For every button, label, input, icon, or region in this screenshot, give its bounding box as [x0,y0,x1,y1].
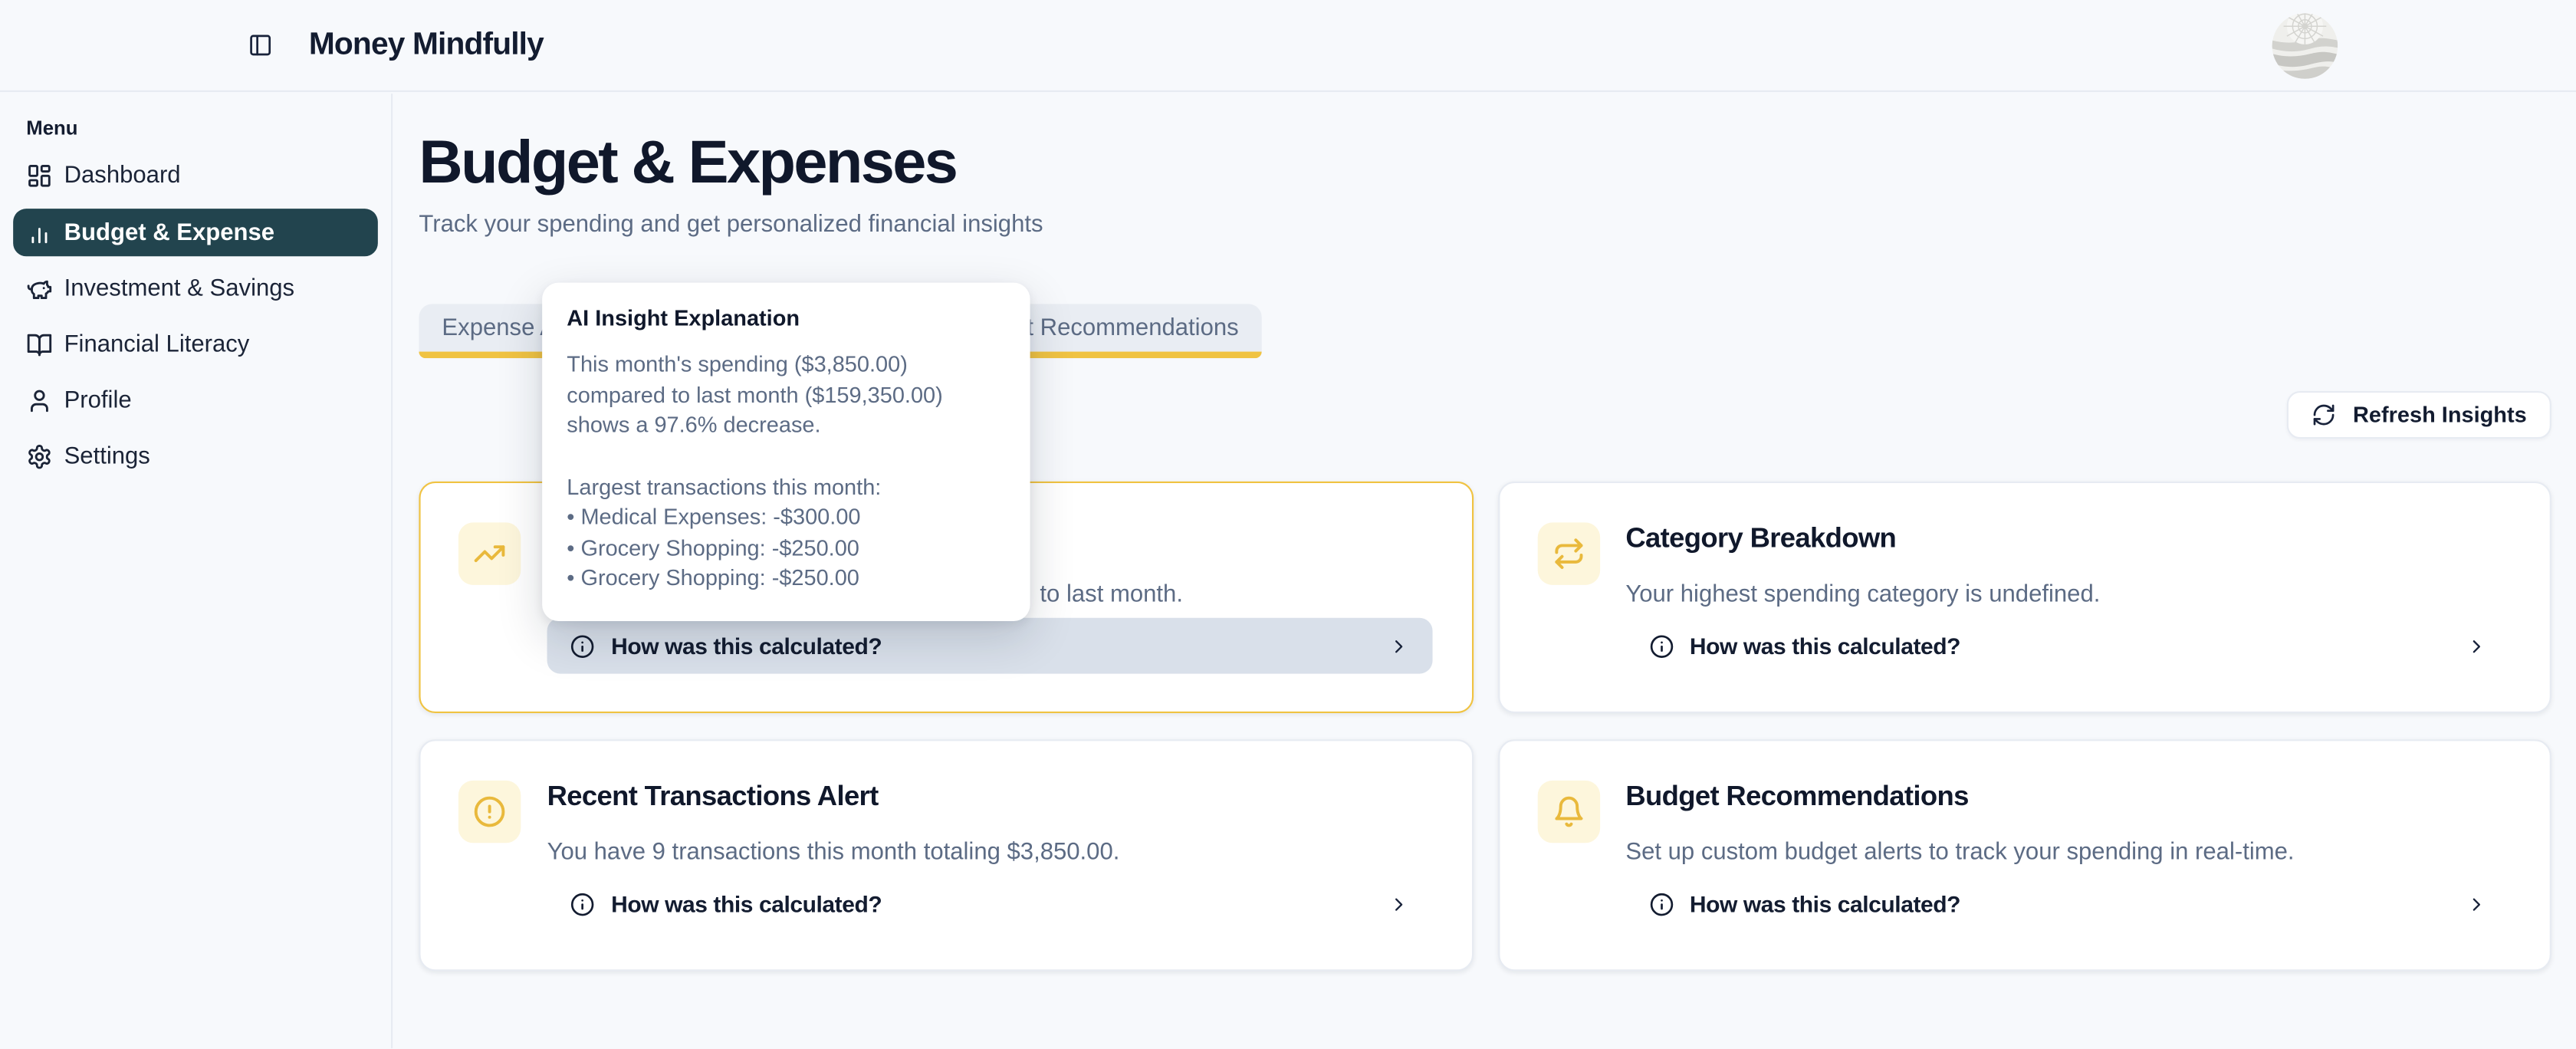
sidebar-item-budget-expense[interactable]: Budget & Expense [13,209,378,256]
budget-recommendations-card: Budget Recommendations Set up custom bud… [1497,739,2551,971]
sidebar-item-dashboard[interactable]: Dashboard [13,153,378,199]
user-icon [26,388,52,414]
sidebar-item-label: Profile [64,388,132,414]
avatar-image [2272,12,2338,78]
sidebar-item-financial-literacy[interactable]: Financial Literacy [13,322,378,368]
popover-list-heading: Largest transactions this month: [567,472,1005,503]
book-open-icon [26,332,52,358]
popover-summary: This month's spending ($3,850.00) compar… [567,350,1005,441]
sidebar: Menu Dashboard Budget & Expense [0,94,393,1049]
page-title: Budget & Expenses [419,128,2551,197]
how-calculated-label: How was this calculated? [611,633,882,659]
how-calculated-label: How was this calculated? [611,890,882,916]
sidebar-item-label: Investment & Savings [64,276,295,302]
budget-recommendations-how-calculated-row[interactable]: How was this calculated? [1625,876,2510,932]
refresh-insights-label: Refresh Insights [2353,403,2527,427]
bar-chart-icon [26,219,52,245]
recent-transactions-body: Recent Transactions Alert You have 9 tra… [547,781,1432,932]
recent-transactions-title: Recent Transactions Alert [547,781,1432,814]
top-header: Money Mindfully [0,0,2576,92]
sidebar-item-settings[interactable]: Settings [13,434,378,480]
category-breakdown-title: Category Breakdown [1625,522,2510,555]
ai-insight-popover: AI Insight Explanation This month's spen… [542,283,1030,620]
info-icon [570,892,595,916]
popover-title: AI Insight Explanation [567,307,1005,330]
piggy-bank-icon [26,276,52,302]
recent-transactions-how-calculated-row[interactable]: How was this calculated? [547,876,1432,932]
sidebar-toggle-button[interactable] [242,27,278,63]
chevron-right-icon [2466,635,2487,656]
page-subtitle: Track your spending and get personalized… [419,209,2551,242]
app-root: Money Mindfully Menu [0,0,2576,1049]
sidebar-item-label: Settings [64,444,150,470]
spending-trend-how-calculated-row[interactable]: How was this calculated? [547,618,1432,674]
sidebar-menu-label: Menu [26,117,391,140]
panel-left-icon [248,33,272,58]
dashboard-icon [26,163,52,189]
category-breakdown-body: Category Breakdown Your highest spending… [1625,522,2510,673]
info-icon [1648,892,1673,916]
info-icon [1648,633,1673,658]
avatar[interactable] [2272,12,2338,78]
chevron-right-icon [1388,635,1409,656]
how-calculated-label: How was this calculated? [1690,633,1960,659]
how-calculated-label: How was this calculated? [1690,890,1960,916]
trending-up-icon [458,522,521,584]
refresh-icon [2312,403,2336,427]
chevron-right-icon [2466,893,2487,915]
sidebar-item-investment-savings[interactable]: Investment & Savings [13,266,378,312]
popover-transaction-item: • Grocery Shopping: -$250.00 [567,533,1005,564]
refresh-insights-button[interactable]: Refresh Insights [2287,391,2551,439]
recent-transactions-card: Recent Transactions Alert You have 9 tra… [419,739,1473,971]
budget-recommendations-title: Budget Recommendations [1625,781,2510,814]
budget-recommendations-description: Set up custom budget alerts to track you… [1625,841,2510,866]
info-icon [570,633,595,658]
alert-circle-icon [458,781,521,843]
sidebar-item-label: Dashboard [64,163,181,189]
popover-transaction-item: • Grocery Shopping: -$250.00 [567,564,1005,594]
sidebar-item-label: Budget & Expense [64,219,275,245]
app-title: Money Mindfully [309,27,544,63]
sidebar-item-profile[interactable]: Profile [13,378,378,424]
repeat-icon [1537,522,1599,584]
category-breakdown-how-calculated-row[interactable]: How was this calculated? [1625,618,2510,674]
budget-recommendations-body: Budget Recommendations Set up custom bud… [1625,781,2510,932]
category-breakdown-card: Category Breakdown Your highest spending… [1497,482,2551,713]
sidebar-item-label: Financial Literacy [64,332,250,358]
popover-transaction-item: • Medical Expenses: -$300.00 [567,503,1005,534]
recent-transactions-description: You have 9 transactions this month total… [547,841,1432,866]
bell-icon [1537,781,1599,843]
gear-icon [26,444,52,470]
category-breakdown-description: Your highest spending category is undefi… [1625,584,2510,608]
chevron-right-icon [1388,893,1409,915]
